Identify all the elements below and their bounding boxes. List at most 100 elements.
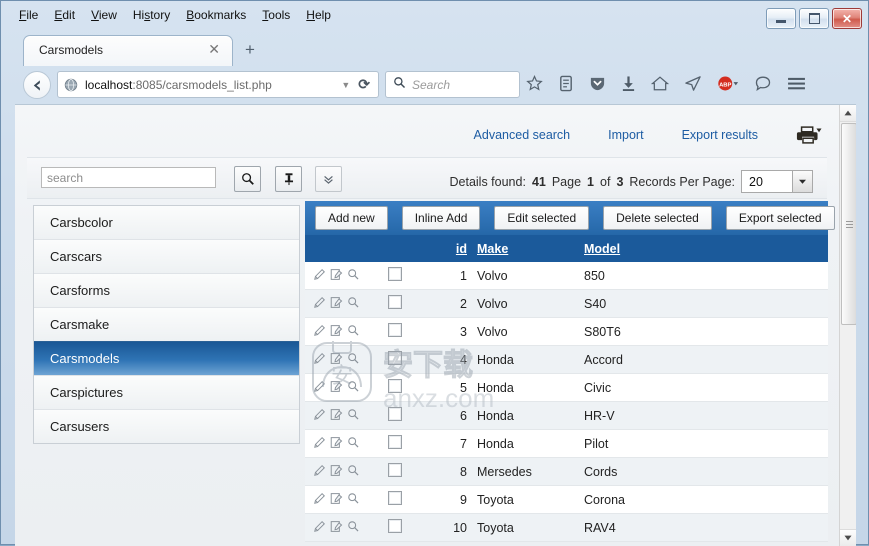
magnifier-view-icon[interactable] bbox=[347, 464, 360, 480]
new-tab-button[interactable]: + bbox=[245, 41, 255, 58]
downloads-arrow-icon[interactable] bbox=[621, 75, 636, 92]
delete-selected-button[interactable]: Delete selected bbox=[603, 206, 712, 230]
table-row[interactable]: 8 Mersedes Cords bbox=[305, 457, 828, 486]
tab-close-icon[interactable]: ✕ bbox=[208, 41, 220, 58]
pencil-edit-icon[interactable] bbox=[313, 296, 326, 312]
table-row[interactable]: 9 Toyota Corona bbox=[305, 485, 828, 514]
table-row[interactable]: 1 Volvo 850 bbox=[305, 262, 828, 290]
row-select-checkbox[interactable] bbox=[388, 323, 402, 337]
search-input[interactable]: search bbox=[41, 167, 216, 188]
copy-edit-icon[interactable] bbox=[330, 436, 343, 452]
row-select-checkbox[interactable] bbox=[388, 379, 402, 393]
menu-item-history[interactable]: History bbox=[125, 6, 178, 24]
printer-icon[interactable] bbox=[796, 125, 822, 145]
tab-carsmodels[interactable]: Carsmodels ✕ bbox=[23, 35, 233, 66]
sync-chat-icon[interactable] bbox=[754, 75, 772, 92]
pencil-edit-icon[interactable] bbox=[313, 520, 326, 536]
row-select-checkbox[interactable] bbox=[388, 295, 402, 309]
export-selected-button[interactable]: Export selected bbox=[725, 206, 835, 230]
scroll-down-button[interactable] bbox=[840, 529, 856, 546]
url-dropdown-icon[interactable]: ▼ bbox=[341, 80, 350, 90]
import-link[interactable]: Import bbox=[608, 128, 643, 142]
menu-item-view[interactable]: View bbox=[83, 6, 125, 24]
copy-edit-icon[interactable] bbox=[330, 268, 343, 284]
reload-icon[interactable]: ⟳ bbox=[358, 76, 370, 93]
sidebar-item-carsmake[interactable]: Carsmake bbox=[34, 307, 299, 341]
magnifier-view-icon[interactable] bbox=[347, 352, 360, 368]
copy-edit-icon[interactable] bbox=[330, 380, 343, 396]
menu-item-file[interactable]: File bbox=[11, 6, 46, 24]
menu-item-help[interactable]: Help bbox=[298, 6, 339, 24]
table-row[interactable]: 6 Honda HR-V bbox=[305, 401, 828, 430]
row-select-checkbox[interactable] bbox=[388, 267, 402, 281]
row-select-checkbox[interactable] bbox=[388, 519, 402, 533]
row-select-checkbox[interactable] bbox=[388, 491, 402, 505]
menu-item-edit[interactable]: Edit bbox=[46, 6, 83, 24]
copy-edit-icon[interactable] bbox=[330, 324, 343, 340]
url-bar[interactable]: localhost:8085/carsmodels_list.php ▼ ⟳ bbox=[57, 71, 379, 98]
browser-search-field[interactable]: Search bbox=[385, 71, 520, 98]
pencil-edit-icon[interactable] bbox=[313, 268, 326, 284]
table-row[interactable]: 5 Honda Civic bbox=[305, 373, 828, 402]
magnifier-view-icon[interactable] bbox=[347, 520, 360, 536]
add-new-button[interactable]: Add new bbox=[315, 206, 388, 230]
scroll-up-button[interactable] bbox=[840, 105, 856, 122]
pin-filter-button[interactable] bbox=[275, 166, 302, 192]
table-row[interactable]: 3 Volvo S80T6 bbox=[305, 317, 828, 346]
header-id-link[interactable]: id bbox=[456, 242, 467, 256]
row-select-checkbox[interactable] bbox=[388, 463, 402, 477]
table-row[interactable]: 10 Toyota RAV4 bbox=[305, 513, 828, 542]
copy-edit-icon[interactable] bbox=[330, 408, 343, 424]
pocket-shield-icon[interactable] bbox=[589, 75, 606, 92]
minimize-button[interactable] bbox=[766, 8, 796, 29]
magnifier-view-icon[interactable] bbox=[347, 268, 360, 284]
edit-selected-button[interactable]: Edit selected bbox=[494, 206, 590, 230]
magnifier-view-icon[interactable] bbox=[347, 492, 360, 508]
pencil-edit-icon[interactable] bbox=[313, 464, 326, 480]
home-icon[interactable] bbox=[651, 75, 669, 92]
menu-item-tools[interactable]: Tools bbox=[254, 6, 298, 24]
reader-list-icon[interactable] bbox=[558, 75, 574, 92]
row-select-checkbox[interactable] bbox=[388, 407, 402, 421]
pencil-edit-icon[interactable] bbox=[313, 324, 326, 340]
pencil-edit-icon[interactable] bbox=[313, 352, 326, 368]
sidebar-item-carspictures[interactable]: Carspictures bbox=[34, 375, 299, 409]
copy-edit-icon[interactable] bbox=[330, 520, 343, 536]
sidebar-item-carscars[interactable]: Carscars bbox=[34, 239, 299, 273]
pencil-edit-icon[interactable] bbox=[313, 408, 326, 424]
back-button[interactable] bbox=[23, 71, 51, 99]
advanced-search-link[interactable]: Advanced search bbox=[474, 128, 571, 142]
sidebar-item-carsforms[interactable]: Carsforms bbox=[34, 273, 299, 307]
pencil-edit-icon[interactable] bbox=[313, 492, 326, 508]
sidebar-item-carsbcolor[interactable]: Carsbcolor bbox=[34, 205, 299, 239]
magnifier-view-icon[interactable] bbox=[347, 324, 360, 340]
sidebar-item-carsusers[interactable]: Carsusers bbox=[34, 409, 299, 443]
page-scrollbar[interactable] bbox=[839, 105, 856, 546]
export-results-link[interactable]: Export results bbox=[682, 128, 758, 142]
row-select-checkbox[interactable] bbox=[388, 435, 402, 449]
magnifier-view-icon[interactable] bbox=[347, 380, 360, 396]
scrollbar-thumb[interactable] bbox=[841, 123, 856, 325]
table-row[interactable]: 7 Honda Pilot bbox=[305, 429, 828, 458]
pencil-edit-icon[interactable] bbox=[313, 436, 326, 452]
magnifier-view-icon[interactable] bbox=[347, 436, 360, 452]
bookmark-star-icon[interactable] bbox=[526, 75, 543, 92]
magnifier-view-icon[interactable] bbox=[347, 408, 360, 424]
menu-item-bookmarks[interactable]: Bookmarks bbox=[178, 6, 254, 24]
search-submit-button[interactable] bbox=[234, 166, 261, 192]
table-row[interactable]: 2 Volvo S40 bbox=[305, 289, 828, 318]
copy-edit-icon[interactable] bbox=[330, 492, 343, 508]
copy-edit-icon[interactable] bbox=[330, 296, 343, 312]
inline-add-button[interactable]: Inline Add bbox=[401, 206, 481, 230]
header-model-link[interactable]: Model bbox=[584, 242, 620, 256]
records-per-page-select[interactable]: 20 bbox=[741, 170, 813, 193]
adblock-plus-icon[interactable]: ABP bbox=[717, 75, 739, 92]
maximize-button[interactable] bbox=[799, 8, 829, 29]
close-window-button[interactable]: ✕ bbox=[832, 8, 862, 29]
send-tab-icon[interactable] bbox=[684, 75, 702, 92]
magnifier-view-icon[interactable] bbox=[347, 296, 360, 312]
pencil-edit-icon[interactable] bbox=[313, 380, 326, 396]
sidebar-item-carsmodels[interactable]: Carsmodels bbox=[34, 341, 299, 375]
header-make-link[interactable]: Make bbox=[477, 242, 508, 256]
copy-edit-icon[interactable] bbox=[330, 352, 343, 368]
